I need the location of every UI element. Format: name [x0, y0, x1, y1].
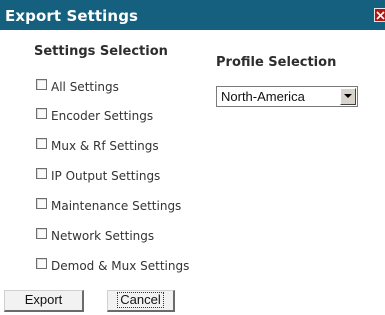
- chevron-down-icon: [344, 94, 352, 98]
- close-icon: [376, 11, 385, 20]
- ip-output-settings-checkbox[interactable]: [36, 168, 47, 179]
- network-settings-label: Network Settings: [51, 229, 155, 243]
- close-button[interactable]: [374, 8, 385, 22]
- ip-output-settings-label: IP Output Settings: [51, 169, 161, 183]
- option-encoder-settings: Encoder Settings: [36, 108, 154, 123]
- export-button[interactable]: Export: [4, 290, 84, 312]
- maintenance-settings-label: Maintenance Settings: [51, 199, 182, 213]
- maintenance-settings-checkbox[interactable]: [36, 198, 47, 209]
- option-demod-mux-settings: Demod & Mux Settings: [36, 258, 190, 273]
- cancel-button-label: Cancel: [117, 292, 164, 308]
- mux-rf-settings-label: Mux & Rf Settings: [51, 139, 159, 153]
- demod-mux-settings-checkbox[interactable]: [36, 258, 47, 269]
- encoder-settings-checkbox[interactable]: [36, 108, 47, 119]
- option-network-settings: Network Settings: [36, 228, 155, 243]
- network-settings-checkbox[interactable]: [36, 228, 47, 239]
- dialog-title: Export Settings: [5, 7, 139, 25]
- option-all-settings: All Settings: [36, 79, 119, 94]
- export-button-label: Export: [24, 292, 63, 307]
- profile-select-value: North-America: [221, 89, 305, 104]
- cancel-button[interactable]: Cancel: [107, 290, 175, 312]
- profile-select[interactable]: North-America: [216, 86, 358, 107]
- demod-mux-settings-label: Demod & Mux Settings: [51, 259, 190, 273]
- encoder-settings-label: Encoder Settings: [51, 109, 154, 123]
- option-ip-output-settings: IP Output Settings: [36, 168, 161, 183]
- mux-rf-settings-checkbox[interactable]: [36, 138, 47, 149]
- all-settings-checkbox[interactable]: [36, 79, 47, 90]
- option-maintenance-settings: Maintenance Settings: [36, 198, 182, 213]
- dialog-titlebar: Export Settings: [0, 0, 385, 30]
- option-mux-rf-settings: Mux & Rf Settings: [36, 138, 159, 153]
- settings-selection-heading: Settings Selection: [34, 44, 168, 59]
- profile-selection-heading: Profile Selection: [216, 55, 337, 70]
- all-settings-label: All Settings: [51, 80, 119, 94]
- profile-select-arrow[interactable]: [340, 88, 356, 105]
